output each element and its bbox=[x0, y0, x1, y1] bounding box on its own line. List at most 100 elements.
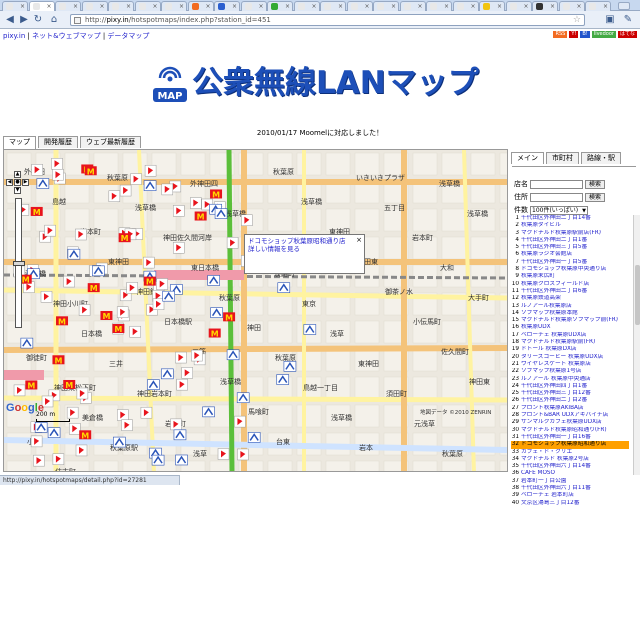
result-item[interactable]: 38 千代田区外神田六丁目11番 bbox=[511, 485, 629, 492]
browser-tab[interactable]: × bbox=[28, 1, 55, 11]
result-item[interactable]: 16 秋葉原UDX bbox=[511, 324, 629, 331]
share-badge[interactable]: livedoor bbox=[591, 31, 616, 38]
info-close-icon[interactable]: × bbox=[356, 236, 362, 244]
info-title[interactable]: ドコモショップ秋葉原昭和通り店 bbox=[248, 237, 361, 245]
tab-close-icon[interactable]: × bbox=[73, 2, 78, 11]
address-search-button[interactable]: 検索 bbox=[585, 192, 606, 202]
new-tab-button[interactable] bbox=[618, 2, 630, 10]
result-item[interactable]: 24 千代田区外神田四丁目1番 bbox=[511, 383, 629, 390]
browser-tab[interactable]: × bbox=[214, 1, 240, 11]
result-item[interactable]: 27 プロント秋葉原AKIBA店 bbox=[511, 405, 629, 412]
wrench-icon[interactable]: ✎ bbox=[622, 14, 634, 26]
tab-close-icon[interactable]: × bbox=[285, 2, 290, 11]
browser-tab[interactable]: × bbox=[81, 1, 108, 11]
browser-tab[interactable]: × bbox=[161, 1, 187, 11]
result-item[interactable]: 15 マクドナルド秋葉原ソフマップ前(FR) bbox=[511, 317, 629, 324]
result-item[interactable]: 40 文京区湯島三丁目12番 bbox=[511, 500, 629, 507]
result-item[interactable]: 10 秋葉原クロスフィールド店 bbox=[511, 281, 629, 288]
result-item[interactable]: 6 秋葉原ラジオ会館店 bbox=[511, 251, 629, 258]
tab-close-icon[interactable]: × bbox=[46, 2, 51, 11]
result-item[interactable]: 7 千代田区外神田一丁目5番 bbox=[511, 259, 629, 266]
browser-tab[interactable]: × bbox=[558, 1, 585, 11]
sidebar-tab-main[interactable]: メイン bbox=[511, 152, 544, 164]
result-item[interactable]: 32 ドコモショップ秋葉原昭和通り店 bbox=[511, 441, 629, 449]
forward-icon[interactable]: ▶ bbox=[18, 14, 30, 26]
result-item[interactable]: 4 千代田区外神田二丁目1番 bbox=[511, 237, 629, 244]
address-bar[interactable]: http://pixy.in/hotspotmaps/index.php?sta… bbox=[70, 14, 585, 26]
tab-close-icon[interactable]: × bbox=[550, 2, 555, 11]
link-datamap[interactable]: データマップ bbox=[107, 32, 149, 40]
results-scrollbar[interactable] bbox=[633, 215, 640, 475]
result-item[interactable]: 26 千代田区外神田二丁目2番 bbox=[511, 397, 629, 404]
tab-close-icon[interactable]: × bbox=[417, 2, 422, 11]
result-item[interactable]: 13 ルノアール秋葉原店 bbox=[511, 303, 629, 310]
result-item[interactable]: 30 マクドナルド秋葉原昭和通り(FR) bbox=[511, 427, 629, 434]
result-item[interactable]: 23 ルノアール 秋葉原中央通店 bbox=[511, 376, 629, 383]
tab-close-icon[interactable]: × bbox=[338, 2, 343, 11]
map-svg[interactable]: 外神田秋葉原外神田四秋葉原いきいきプラザ浅草橋島越浅草橋東浅草橋浅草橋五丁目浅草… bbox=[4, 150, 508, 472]
pan-right-icon[interactable]: ▶ bbox=[22, 179, 29, 186]
result-item[interactable]: 18 マクドナルド秋葉原駅前(FR) bbox=[511, 339, 629, 346]
browser-tab[interactable]: × bbox=[320, 1, 346, 11]
tab-close-icon[interactable]: × bbox=[497, 2, 502, 11]
range-select[interactable]: 100件(いっぱい) bbox=[530, 205, 588, 215]
tab-close-icon[interactable]: × bbox=[444, 2, 449, 11]
share-badge[interactable]: Y! bbox=[569, 31, 579, 38]
result-item[interactable]: 9 秋葉原末広町 bbox=[511, 273, 629, 280]
tab-close-icon[interactable]: × bbox=[470, 2, 475, 11]
result-item[interactable]: 20 タリーズコーヒー 秋葉原UDX店 bbox=[511, 354, 629, 361]
tab-close-icon[interactable]: × bbox=[126, 2, 131, 11]
bookmark-star-icon[interactable]: ☆ bbox=[573, 15, 581, 26]
browser-tab[interactable]: × bbox=[240, 1, 267, 11]
result-item[interactable]: 31 千代田区外神田一丁目16番 bbox=[511, 434, 629, 441]
result-item[interactable]: 8 ドコモショップ秋葉原中央通り店 bbox=[511, 266, 629, 273]
tab-close-icon[interactable]: × bbox=[232, 2, 237, 11]
tab-close-icon[interactable]: × bbox=[152, 2, 157, 11]
page-menu-icon[interactable]: ▣ bbox=[604, 14, 616, 26]
tab-close-icon[interactable]: × bbox=[20, 2, 25, 11]
tab-close-icon[interactable]: × bbox=[603, 2, 608, 11]
sidebar-tab-city[interactable]: 市町村 bbox=[546, 152, 579, 164]
reload-icon[interactable]: ↻ bbox=[32, 14, 44, 26]
map-canvas[interactable]: 外神田秋葉原外神田四秋葉原いきいきプラザ浅草橋島越浅草橋東浅草橋浅草橋五丁目浅草… bbox=[3, 149, 508, 472]
scroll-thumb[interactable] bbox=[635, 265, 640, 325]
result-item[interactable]: 21 ワイヤレスゲート 秋葉原店 bbox=[511, 361, 629, 368]
result-item[interactable]: 28 プロント&BAR UDXアキバイチ店 bbox=[511, 412, 629, 419]
result-item[interactable]: 19 ドトール 秋葉原DX店 bbox=[511, 346, 629, 353]
tab-close-icon[interactable]: × bbox=[576, 2, 581, 11]
result-item[interactable]: 17 ベローチェ 秋葉原UDX店 bbox=[511, 332, 629, 339]
browser-tab[interactable]: × bbox=[187, 1, 214, 11]
browser-tab[interactable]: × bbox=[134, 1, 161, 11]
share-badge[interactable]: RSS bbox=[553, 31, 568, 38]
browser-tab[interactable]: × bbox=[426, 1, 452, 11]
browser-tab[interactable]: × bbox=[346, 1, 373, 11]
tab-close-icon[interactable]: × bbox=[311, 2, 316, 11]
result-item[interactable]: 1 千代田区外神田二丁目14番 bbox=[511, 215, 629, 222]
browser-tab[interactable]: × bbox=[373, 1, 399, 11]
tab-dev-history[interactable]: 開発履歴 bbox=[38, 136, 78, 148]
name-search-button[interactable]: 検索 bbox=[585, 179, 606, 189]
result-item[interactable]: 5 千代田区外神田三丁目5番 bbox=[511, 244, 629, 251]
pan-down-icon[interactable]: ▼ bbox=[14, 187, 21, 194]
browser-tab[interactable]: × bbox=[479, 1, 505, 11]
browser-tab[interactable]: × bbox=[505, 1, 532, 11]
sidebar-tab-line[interactable]: 路線・駅 bbox=[581, 152, 621, 164]
browser-tab[interactable]: × bbox=[55, 1, 81, 11]
pan-center-icon[interactable]: ● bbox=[14, 179, 21, 186]
result-item[interactable]: 35 千代田区外神田六丁目14番 bbox=[511, 463, 629, 470]
browser-tab[interactable]: × bbox=[532, 1, 558, 11]
tab-map[interactable]: マップ bbox=[3, 136, 36, 149]
browser-tab[interactable]: × bbox=[452, 1, 479, 11]
tab-web-history[interactable]: ウェブ最新履歴 bbox=[80, 136, 141, 148]
address-input[interactable] bbox=[530, 192, 583, 202]
link-pixy[interactable]: pixy.in bbox=[3, 32, 25, 40]
result-item[interactable]: 2 秋葉原ダイビル bbox=[511, 222, 629, 229]
zoom-knob[interactable] bbox=[13, 261, 25, 266]
tab-close-icon[interactable]: × bbox=[391, 2, 396, 11]
zoom-slider[interactable] bbox=[13, 198, 25, 328]
result-item[interactable]: 39 ベローチェ 岩本町店 bbox=[511, 492, 629, 499]
back-icon[interactable]: ◀ bbox=[4, 14, 16, 26]
browser-tab[interactable]: × bbox=[267, 1, 293, 11]
home-icon[interactable]: ⌂ bbox=[48, 14, 60, 26]
browser-tab[interactable]: × bbox=[399, 1, 426, 11]
